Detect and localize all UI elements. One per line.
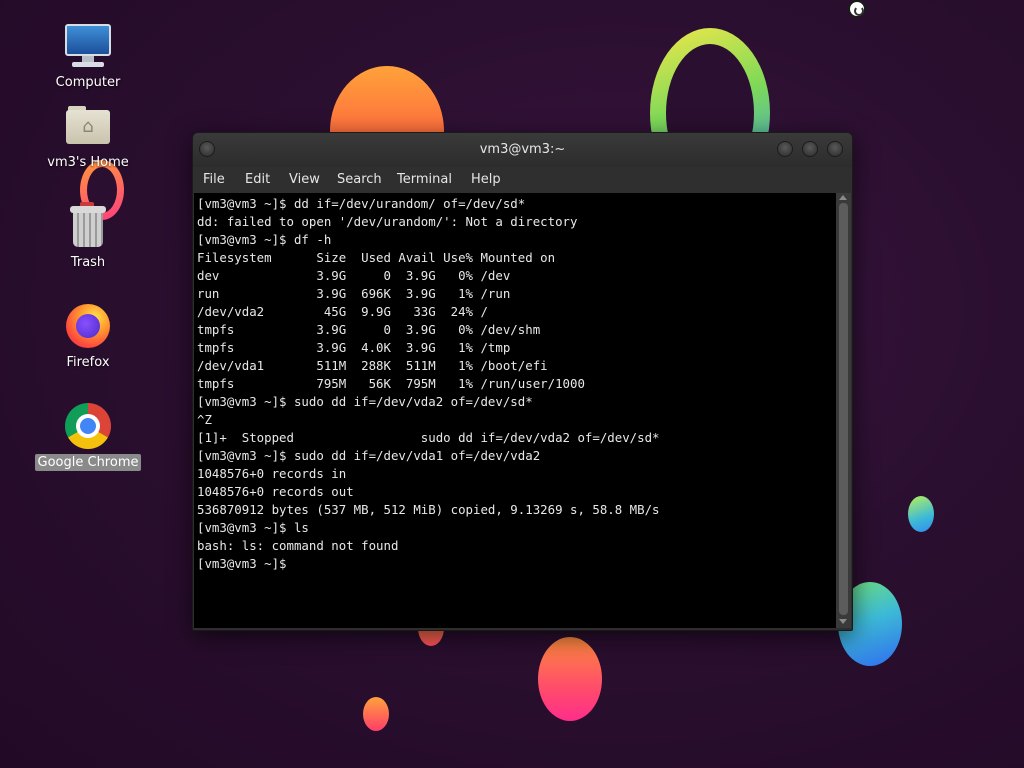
menu-help[interactable]: Help [471,167,501,193]
terminal-line: [vm3@vm3 ~]$ sudo dd if=/dev/vda1 of=/de… [197,448,541,463]
firefox-icon [62,300,114,352]
tray-indicator-icon[interactable] [848,0,866,18]
terminal-line: dev 3.9G 0 3.9G 0% /dev [197,268,511,283]
window-titlebar[interactable]: vm3@vm3:~ [193,133,852,167]
home-folder-icon: ⌂ [62,100,114,152]
computer-icon [62,20,114,72]
scroll-down-arrow-icon[interactable] [839,619,847,624]
terminal-window[interactable]: vm3@vm3:~ File Edit View Search Terminal… [192,132,853,631]
scroll-up-arrow-icon[interactable] [839,195,847,200]
terminal-line: tmpfs 3.9G 4.0K 3.9G 1% /tmp [197,340,511,355]
menu-search[interactable]: Search [337,167,382,193]
terminal-text: [vm3@vm3 ~]$ dd if=/dev/urandom/ of=/dev… [194,193,836,573]
scrollbar-thumb[interactable] [839,203,848,615]
desktop-icon-label: Google Chrome [34,454,142,471]
wallpaper-blob [538,637,602,721]
terminal-line: bash: ls: command not found [197,538,399,553]
close-button[interactable] [827,141,843,157]
terminal-line: /dev/vda1 511M 288K 511M 1% /boot/efi [197,358,548,373]
desktop-icon-label: vm3's Home [47,155,129,170]
terminal-line: [1]+ Stopped sudo dd if=/dev/vda2 of=/de… [197,430,660,445]
wallpaper-blob [908,496,934,532]
minimize-button[interactable] [777,141,793,157]
wallpaper-blob [363,697,389,731]
menu-file[interactable]: File [203,167,225,193]
terminal-output[interactable]: [vm3@vm3 ~]$ dd if=/dev/urandom/ of=/dev… [194,193,836,628]
menu-bar: File Edit View Search Terminal Help [193,167,852,193]
terminal-line: tmpfs 795M 56K 795M 1% /run/user/1000 [197,376,585,391]
terminal-line: [vm3@vm3 ~]$ [197,556,287,571]
terminal-line: [vm3@vm3 ~]$ dd if=/dev/urandom/ of=/dev… [197,196,526,211]
menu-edit[interactable]: Edit [245,167,270,193]
terminal-line: dd: failed to open '/dev/urandom/': Not … [197,214,578,229]
terminal-line: [vm3@vm3 ~]$ sudo dd if=/dev/vda2 of=/de… [197,394,533,409]
terminal-line: 536870912 bytes (537 MB, 512 MiB) copied… [197,502,660,517]
desktop-icon-label: Computer [55,75,121,90]
desktop-icon-label: Firefox [66,355,110,370]
desktop: Computer ⌂ vm3's Home Trash Firefox Goog… [0,0,1024,768]
trash-icon [62,200,114,252]
terminal-line: Filesystem Size Used Avail Use% Mounted … [197,250,556,265]
terminal-line: 1048576+0 records in [197,466,347,481]
desktop-icon-firefox[interactable]: Firefox [33,300,143,371]
window-title: vm3@vm3:~ [479,142,566,157]
terminal-line: /dev/vda2 45G 9.9G 33G 24% / [197,304,488,319]
menu-view[interactable]: View [289,167,320,193]
vertical-scrollbar[interactable] [836,193,851,628]
terminal-line: tmpfs 3.9G 0 3.9G 0% /dev/shm [197,322,541,337]
maximize-button[interactable] [802,141,818,157]
terminal-line: [vm3@vm3 ~]$ df -h [197,232,332,247]
desktop-icon-home[interactable]: ⌂ vm3's Home [33,100,143,171]
desktop-icon-google-chrome[interactable]: Google Chrome [33,400,143,471]
terminal-line: run 3.9G 696K 3.9G 1% /run [197,286,511,301]
desktop-icon-trash[interactable]: Trash [33,200,143,271]
terminal-line: 1048576+0 records out [197,484,354,499]
terminal-line: [vm3@vm3 ~]$ ls [197,520,309,535]
desktop-icon-label: Trash [70,255,106,270]
menu-terminal[interactable]: Terminal [397,167,452,193]
chrome-icon [62,400,114,452]
terminal-line: ^Z [197,412,212,427]
desktop-icon-computer[interactable]: Computer [33,20,143,91]
